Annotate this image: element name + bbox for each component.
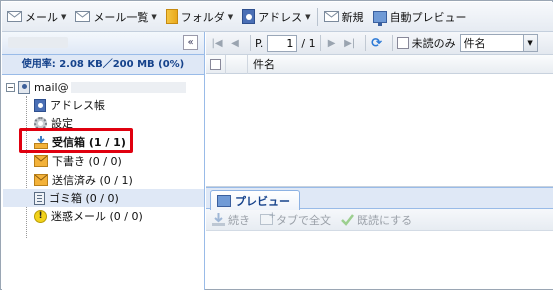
toolbar-divider	[316, 7, 318, 26]
storage-usage: 使用率: 2.08 KB／200 MB (0%)	[2, 55, 204, 75]
folder-panel: « 使用率: 2.08 KB／200 MB (0%) − mail@ アドレス帳	[2, 32, 205, 290]
last-page-icon[interactable]: ▶|	[343, 36, 357, 50]
page-total: / 1	[301, 36, 316, 50]
message-grid-body[interactable]	[206, 74, 553, 187]
toolbar-divider	[319, 35, 321, 51]
new-mail-button[interactable]: 新規	[321, 6, 367, 28]
toolbar-divider	[250, 35, 251, 51]
toolbar-divider	[391, 35, 393, 51]
sent-icon	[34, 174, 48, 186]
redacted-account-name	[8, 37, 68, 48]
checkmark-icon	[341, 213, 354, 226]
sidebar-item-label: アドレス帳	[50, 99, 105, 112]
subject-column-header[interactable]: 件名	[248, 56, 275, 72]
sort-field-select[interactable]: 件名 ▼	[459, 34, 538, 52]
folder-panel-header: «	[2, 32, 204, 55]
account-icon	[18, 80, 30, 94]
new-mail-label: 新規	[341, 10, 364, 24]
tab-preview[interactable]: プレビュー	[210, 190, 300, 210]
pagination-toolbar: |◀ ◀ P. / 1 ▶ ▶| ⟳ 未読のみ 件名 ▼	[206, 32, 553, 55]
address-book-icon	[34, 98, 46, 112]
preview-body	[206, 231, 553, 289]
trash-icon	[34, 191, 45, 205]
chevron-down-icon: ▼	[522, 35, 537, 51]
address-menu-button[interactable]: アドレス ▼	[239, 6, 313, 28]
auto-preview-button[interactable]: 自動プレビュー	[370, 6, 470, 28]
mark-read-label: 既読にする	[357, 213, 413, 227]
collapse-node-icon: −	[6, 82, 15, 92]
chevron-down-icon: ▼	[305, 12, 311, 21]
redacted-account-domain	[70, 81, 186, 93]
mail-list-menu-label: メール一覧	[93, 10, 149, 24]
open-in-tab-label: タブで全文	[276, 213, 331, 227]
sort-field-value: 件名	[463, 37, 486, 50]
preview-tab-strip: プレビュー	[206, 187, 553, 210]
mail-icon	[7, 11, 22, 22]
continue-label: 続き	[228, 213, 250, 227]
preview-toolbar: 続き + タブで全文 既読にする	[206, 209, 553, 231]
sidebar-item-address-book[interactable]: アドレス帳	[34, 96, 105, 114]
new-tab-icon: +	[260, 211, 276, 225]
page-prefix: P.	[255, 36, 264, 50]
continue-button[interactable]: 続き	[212, 212, 250, 228]
folder-menu-label: フォルダ	[180, 10, 225, 24]
sidebar-item-spam[interactable]: ! 迷惑メール (0 / 0)	[34, 207, 143, 225]
address-book-icon	[242, 9, 256, 24]
select-all-checkbox[interactable]	[210, 58, 221, 70]
sidebar-item-sent[interactable]: 送信済み (0 / 1)	[34, 171, 133, 189]
message-grid-header: 件名	[206, 54, 553, 74]
sidebar-item-label: 送信済み (0 / 1)	[52, 174, 133, 187]
folder-icon	[165, 9, 178, 24]
chevron-down-icon: ▼	[227, 12, 234, 21]
unread-only-label: 未読のみ	[411, 37, 456, 50]
address-menu-label: アドレス	[258, 10, 303, 24]
mail-list-menu-button[interactable]: メール一覧 ▼	[72, 6, 159, 28]
sidebar-item-trash[interactable]: ゴミ箱 (0 / 0)	[3, 189, 204, 207]
open-in-tab-button[interactable]: + タブで全文	[260, 211, 331, 228]
sidebar-item-label: 下書き (0 / 0)	[52, 155, 122, 168]
unread-only-checkbox[interactable]	[396, 37, 409, 49]
warning-icon: !	[34, 209, 47, 223]
download-arrow-icon	[212, 213, 225, 226]
tree-guide-line	[26, 96, 27, 238]
sidebar-item-label: 迷惑メール (0 / 0)	[51, 210, 143, 223]
account-node[interactable]: − mail@	[6, 78, 186, 96]
mark-read-button[interactable]: 既読にする	[341, 212, 412, 228]
message-pane: |◀ ◀ P. / 1 ▶ ▶| ⟳ 未読のみ 件名 ▼ 件名	[206, 32, 553, 290]
preview-panel: プレビュー 続き + タブで全文 既読にする	[206, 187, 553, 290]
sidebar-item-drafts[interactable]: 下書き (0 / 0)	[34, 152, 122, 170]
account-label: mail@	[34, 80, 69, 94]
compose-icon	[323, 11, 339, 22]
inbox-highlight-annotation	[19, 128, 133, 153]
mail-menu-label: メール	[25, 10, 58, 24]
main-toolbar: メール ▼ メール一覧 ▼ フォルダ ▼ アドレス ▼ 新規 自動プレビュー	[2, 2, 553, 32]
auto-preview-label: 自動プレビュー	[389, 10, 467, 24]
first-page-icon[interactable]: |◀	[210, 36, 224, 50]
sidebar-item-label: ゴミ箱 (0 / 0)	[49, 192, 119, 205]
tab-preview-label: プレビュー	[235, 194, 290, 208]
mail-menu-button[interactable]: メール ▼	[4, 6, 69, 28]
toolbar-divider	[364, 35, 366, 51]
prev-page-icon[interactable]: ◀	[228, 36, 242, 50]
monitor-icon	[372, 10, 387, 26]
next-page-icon[interactable]: ▶	[325, 36, 339, 50]
select-all-checkbox-cell[interactable]	[206, 54, 226, 74]
chevron-down-icon: ▼	[151, 12, 157, 21]
page-number-input[interactable]	[267, 34, 298, 52]
folder-menu-button[interactable]: フォルダ ▼	[163, 6, 236, 28]
drafts-icon	[34, 155, 48, 167]
refresh-icon[interactable]: ⟳	[370, 36, 384, 51]
flag-column-header[interactable]	[226, 54, 248, 74]
mail-list-icon	[75, 11, 91, 22]
chevron-down-icon: ▼	[61, 12, 67, 21]
monitor-icon	[217, 194, 231, 207]
mail-app-window: メール ▼ メール一覧 ▼ フォルダ ▼ アドレス ▼ 新規 自動プレビュー «…	[0, 0, 553, 290]
collapse-panel-button[interactable]: «	[183, 35, 198, 50]
